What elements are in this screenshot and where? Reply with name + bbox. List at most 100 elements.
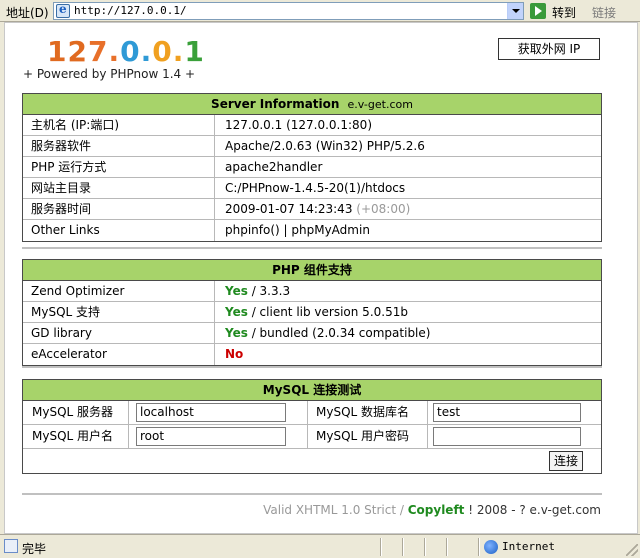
server-info-title: Server Information <box>211 97 340 111</box>
address-bar: 地址(D) http://127.0.0.1/ 转到 链接 <box>0 0 640 22</box>
logo-dot: . <box>172 35 185 68</box>
powered-by: + Powered by PHPnow 1.4 + <box>23 67 196 81</box>
cell-divider <box>307 425 308 448</box>
status-divider <box>380 538 382 556</box>
mysql-form-row: MySQL 服务器 localhost MySQL 数据库名 test <box>23 401 601 425</box>
footer: Valid XHTML 1.0 Strict / Copyleft ! 2008… <box>263 503 601 517</box>
php-components-header: PHP 组件支持 <box>23 260 601 281</box>
status-yes: Yes <box>225 326 248 340</box>
row-value: 2009-01-07 14:23:43 (+08:00) <box>215 199 601 219</box>
table-row: PHP 运行方式 apache2handler <box>23 157 601 178</box>
row-value: Yes / bundled (2.0.34 compatible) <box>215 323 601 343</box>
mysql-user-label: MySQL 用户名 <box>32 429 114 443</box>
row-value: C:/PHPnow-1.4.5-20(1)/htdocs <box>225 181 406 195</box>
zone-text: Internet <box>502 540 555 553</box>
row-key: Zend Optimizer <box>23 281 215 301</box>
row-key: eAccelerator <box>23 344 215 365</box>
go-button[interactable]: 转到 <box>530 2 586 20</box>
mysql-db-label: MySQL 数据库名 <box>316 405 410 419</box>
row-value: 127.0.0.1 (127.0.0.1:80) <box>225 118 372 132</box>
table-row: Other Links phpinfo() | phpMyAdmin <box>23 220 601 241</box>
row-key: Other Links <box>23 220 215 241</box>
footer-slash: / <box>396 503 408 517</box>
logo-digit: 2 <box>67 35 88 68</box>
get-external-ip-button[interactable]: 获取外网 IP <box>498 38 600 60</box>
row-key: 网站主目录 <box>23 178 215 198</box>
table-row: 主机名 (IP:端口) 127.0.0.1 (127.0.0.1:80) <box>23 115 601 136</box>
status-yes: Yes <box>225 305 248 319</box>
link-separator: | <box>279 223 292 237</box>
row-key: 服务器时间 <box>23 199 215 219</box>
logo-digit: 0 <box>120 35 141 68</box>
address-url[interactable]: http://127.0.0.1/ <box>74 4 187 17</box>
mysql-user-input[interactable]: root <box>136 427 286 446</box>
table-row: 网站主目录 C:/PHPnow-1.4.5-20(1)/htdocs <box>23 178 601 199</box>
logo-digit: 1 <box>184 35 205 68</box>
mysql-server-label: MySQL 服务器 <box>32 405 114 419</box>
mysql-connect-row: 连接 <box>23 449 601 473</box>
table-row: eAccelerator No <box>23 344 601 365</box>
logo-digit: 0 <box>152 35 173 68</box>
status-yes: Yes <box>225 284 248 298</box>
divider <box>22 366 602 368</box>
status-divider <box>446 538 448 556</box>
row-value: Apache/2.0.63 (Win32) PHP/5.2.6 <box>225 139 425 153</box>
page-status-icon <box>4 539 18 553</box>
divider <box>22 247 602 249</box>
mysql-form-row: MySQL 用户名 root MySQL 用户密码 <box>23 425 601 449</box>
table-row: MySQL 支持 Yes / client lib version 5.0.51… <box>23 302 601 323</box>
mysql-test-form: MySQL 连接测试 MySQL 服务器 localhost MySQL 数据库… <box>22 379 602 474</box>
links-button[interactable]: 链接 <box>592 4 616 21</box>
status-no: No <box>225 347 244 361</box>
footer-domain-link[interactable]: e.v-get.com <box>530 503 601 517</box>
mysql-db-input[interactable]: test <box>433 403 581 422</box>
row-value: Yes / 3.3.3 <box>215 281 601 301</box>
divider <box>22 493 602 495</box>
server-timezone: (+08:00) <box>356 202 411 216</box>
mysql-server-input[interactable]: localhost <box>136 403 286 422</box>
internet-zone-icon <box>484 540 498 554</box>
footer-years: ! 2008 - ? <box>464 503 530 517</box>
table-row: GD library Yes / bundled (2.0.34 compati… <box>23 323 601 344</box>
logo-dot: . <box>140 35 153 68</box>
status-divider <box>478 538 480 556</box>
row-key: MySQL 支持 <box>23 302 215 322</box>
status-divider <box>402 538 404 556</box>
resize-grip-icon[interactable] <box>626 544 638 556</box>
row-value: Yes / client lib version 5.0.51b <box>215 302 601 322</box>
cell-divider <box>128 401 129 424</box>
row-key: GD library <box>23 323 215 343</box>
row-key: 主机名 (IP:端口) <box>23 115 215 135</box>
phpmyadmin-link[interactable]: phpMyAdmin <box>291 223 370 237</box>
status-text: 完毕 <box>22 542 47 556</box>
table-row: 服务器软件 Apache/2.0.63 (Win32) PHP/5.2.6 <box>23 136 601 157</box>
row-value: apache2handler <box>225 160 323 174</box>
phpinfo-link[interactable]: phpinfo() <box>225 223 280 237</box>
address-dropdown-button[interactable] <box>507 3 523 19</box>
status-bar: 完毕 Internet <box>0 534 640 558</box>
valid-xhtml-link[interactable]: Valid XHTML 1.0 Strict <box>263 503 396 517</box>
server-info-domain[interactable]: e.v-get.com <box>347 98 413 111</box>
go-arrow-icon <box>530 3 546 19</box>
server-time: 2009-01-07 14:23:43 <box>225 202 353 216</box>
mysql-test-header: MySQL 连接测试 <box>23 380 601 401</box>
cell-divider <box>427 425 428 448</box>
address-input[interactable]: http://127.0.0.1/ <box>53 2 524 20</box>
php-components-table: PHP 组件支持 Zend Optimizer Yes / 3.3.3 MySQ… <box>22 259 602 366</box>
logo-dot: . <box>108 35 121 68</box>
server-info-table: Server Information e.v-get.com 主机名 (IP:端口… <box>22 93 602 242</box>
go-label: 转到 <box>552 6 577 20</box>
status-divider <box>424 538 426 556</box>
connect-button[interactable]: 连接 <box>549 451 583 471</box>
server-info-header: Server Information e.v-get.com <box>23 94 601 115</box>
table-row: 服务器时间 2009-01-07 14:23:43 (+08:00) <box>23 199 601 220</box>
table-row: Zend Optimizer Yes / 3.3.3 <box>23 281 601 302</box>
row-key: 服务器软件 <box>23 136 215 156</box>
logo: 127.0.0.1 <box>47 35 205 68</box>
page-icon <box>56 2 70 18</box>
copyleft-link[interactable]: Copyleft <box>408 503 465 517</box>
page-viewport: 127.0.0.1 + Powered by PHPnow 1.4 + 获取外网… <box>4 22 638 534</box>
mysql-password-input[interactable] <box>433 427 581 446</box>
mysql-password-label: MySQL 用户密码 <box>316 429 410 443</box>
row-value: phpinfo() | phpMyAdmin <box>215 220 601 241</box>
